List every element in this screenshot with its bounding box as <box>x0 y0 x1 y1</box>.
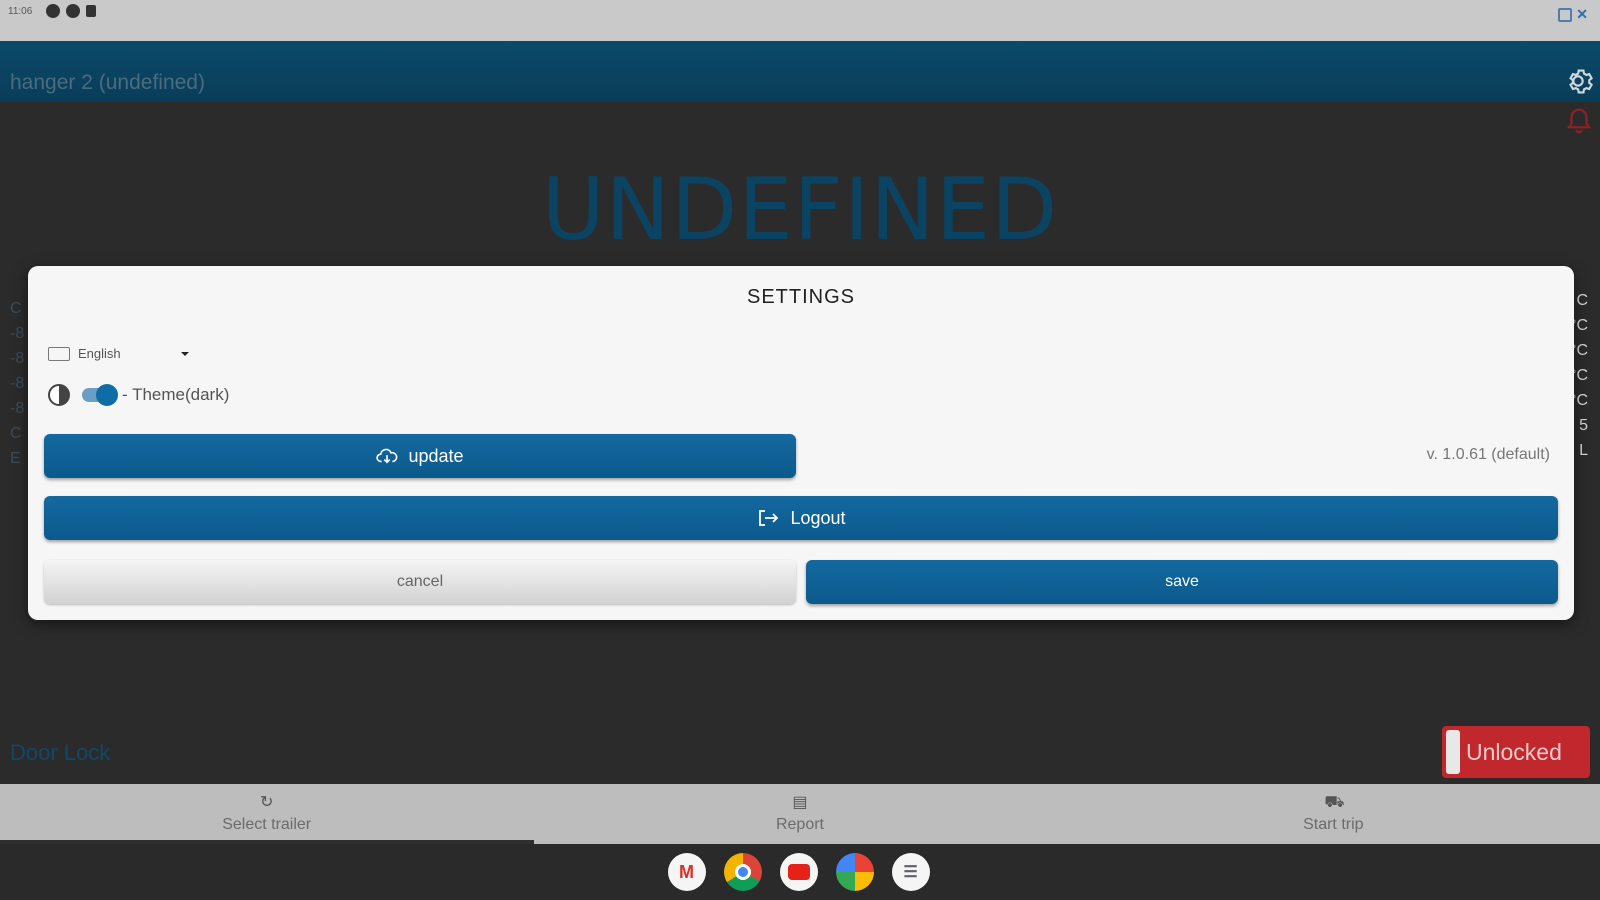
language-icon <box>48 346 70 361</box>
reading-partial: -8 <box>10 375 25 392</box>
update-button[interactable]: update <box>44 434 796 478</box>
update-label: update <box>408 445 464 466</box>
nav-label: Select trailer <box>222 816 312 833</box>
language-select[interactable]: English <box>48 346 189 361</box>
version-text: v. 1.0.61 (default) <box>1426 446 1550 463</box>
language-value: English <box>78 346 121 361</box>
lock-icon <box>86 5 96 17</box>
chevron-down-icon <box>180 351 189 356</box>
toggle-knob <box>1446 730 1460 774</box>
reading-partial: C <box>10 300 22 317</box>
messages-icon[interactable]: ☰ <box>891 853 930 891</box>
logout-icon <box>759 510 779 526</box>
notification-icon <box>46 4 60 18</box>
theme-row: - Theme(dark) <box>48 384 229 406</box>
youtube-icon[interactable] <box>779 853 818 891</box>
sync-icon <box>66 4 80 18</box>
toggle-thumb <box>96 384 118 406</box>
nav-select-trailer[interactable]: ↻ Select trailer <box>0 784 533 844</box>
door-lock-label: Door Lock <box>10 740 111 765</box>
dialog-title: SETTINGS <box>746 286 855 308</box>
photos-icon[interactable] <box>835 853 874 891</box>
cloud-download-icon <box>376 448 398 464</box>
status-time: 11:06 <box>8 6 33 17</box>
document-icon: ▤ <box>792 794 808 811</box>
save-button[interactable]: save <box>806 560 1558 604</box>
reading-partial: -8 <box>10 400 25 417</box>
system-status-bar: 11:06 ✕ <box>0 0 1600 41</box>
reading-partial: C <box>10 425 22 442</box>
truck-icon: ⛟ <box>1324 794 1345 811</box>
background-readings-left: C -8 -8 -8 -8 C E <box>10 296 24 471</box>
nav-label: Start trip <box>1303 816 1364 833</box>
gear-icon[interactable] <box>1562 65 1594 97</box>
refresh-icon: ↻ <box>259 794 274 811</box>
taskbar: M ☰ <box>0 844 1600 900</box>
nav-start-trip[interactable]: ⛟ Start trip <box>1067 784 1600 844</box>
bottom-navigation: ↻ Select trailer ▤ Report ⛟ Start trip <box>0 784 1600 844</box>
bell-icon[interactable] <box>1564 106 1594 136</box>
gmail-icon[interactable]: M <box>667 853 706 891</box>
contrast-icon <box>48 384 70 406</box>
chrome-icon[interactable] <box>723 853 762 891</box>
page-title: hanger 2 (undefined) <box>10 71 205 94</box>
device-status-text: UNDEFINED <box>541 160 1059 260</box>
door-lock-toggle[interactable]: Unlocked <box>1442 726 1590 778</box>
reading-partial: -8 <box>10 325 25 342</box>
signal-off-icon: ✕ <box>1576 6 1588 22</box>
settings-dialog: SETTINGS English - Theme(dark) update v.… <box>28 266 1574 620</box>
status-icons <box>46 4 96 18</box>
cast-icon <box>1558 7 1573 22</box>
nav-label: Report <box>775 816 824 833</box>
nav-report[interactable]: ▤ Report <box>533 784 1066 844</box>
theme-label: - Theme(dark) <box>122 385 230 404</box>
app-bar: hanger 2 (undefined) <box>0 41 1600 102</box>
reading-partial: E <box>10 450 21 467</box>
logout-label: Logout <box>790 507 846 528</box>
reading-partial: -8 <box>10 350 25 367</box>
logout-button[interactable]: Logout <box>44 496 1558 540</box>
theme-toggle[interactable] <box>82 384 118 406</box>
cancel-button[interactable]: cancel <box>44 560 796 604</box>
door-lock-state: Unlocked <box>1466 738 1562 765</box>
status-right: ✕ <box>1558 6 1588 23</box>
